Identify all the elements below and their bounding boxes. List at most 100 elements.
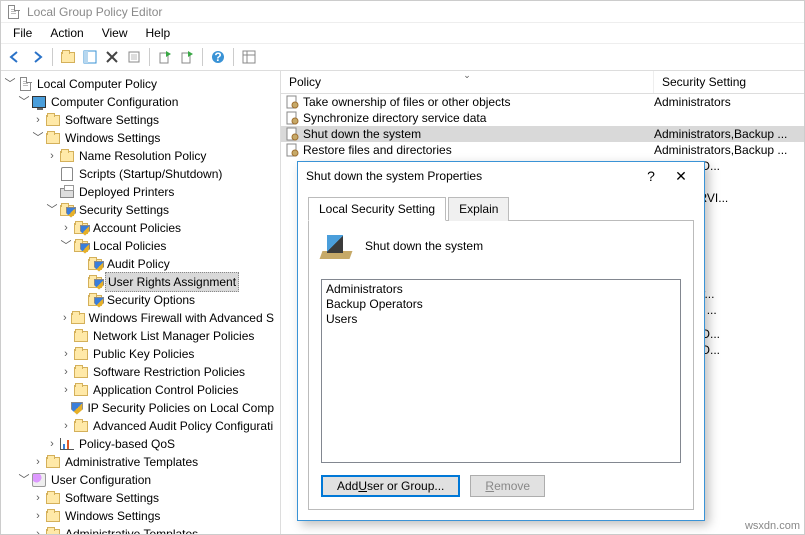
tree-label: Advanced Audit Policy Configurati [91,417,275,435]
properties-dialog: Shut down the system Properties ? ✕ Loca… [297,161,705,521]
list-view-button[interactable] [239,47,259,67]
tree-firewall[interactable]: › Windows Firewall with Advanced S [1,309,280,327]
tree-security-options[interactable]: Security Options [1,291,280,309]
folder-icon [45,508,61,524]
folder-icon [73,364,89,380]
policy-setting: Administrators,Backup ... [654,127,804,141]
shield-folder-icon [73,238,89,254]
tree-ipsec[interactable]: IP Security Policies on Local Comp [1,399,280,417]
expand-toggle[interactable]: › [59,219,73,237]
nav-back-button[interactable] [5,47,25,67]
menu-action[interactable]: Action [42,24,91,42]
tree-name-resolution[interactable]: › Name Resolution Policy [1,147,280,165]
tree-printers[interactable]: Deployed Printers [1,183,280,201]
menu-file[interactable]: File [5,24,40,42]
expand-toggle[interactable]: › [31,507,45,525]
policy-row[interactable]: Synchronize directory service data [281,110,804,126]
tree-uc-windows[interactable]: › Windows Settings [1,507,280,525]
folder-icon [71,310,85,326]
folder-icon [45,526,61,534]
tree-uc-software[interactable]: › Software Settings [1,489,280,507]
tab-explain[interactable]: Explain [448,197,509,221]
show-tree-button[interactable] [80,47,100,67]
expand-toggle[interactable]: › [59,363,73,381]
chart-icon [59,436,75,452]
policy-name: Take ownership of files or other objects [303,95,654,109]
tree-root[interactable]: ﹀ Local Computer Policy [1,75,280,93]
expand-toggle[interactable]: › [31,111,45,129]
tree-account-policies[interactable]: › Account Policies [1,219,280,237]
properties-button[interactable] [124,47,144,67]
expand-toggle[interactable]: ﹀ [3,75,17,93]
menu-view[interactable]: View [94,24,136,42]
tree-srp[interactable]: › Software Restriction Policies [1,363,280,381]
member-item[interactable]: Users [326,312,676,327]
up-level-button[interactable] [58,47,78,67]
tree-label: Application Control Policies [91,381,240,399]
members-listbox[interactable]: AdministratorsBackup OperatorsUsers [321,279,681,463]
tree-cc-admin[interactable]: › Administrative Templates [1,453,280,471]
filter-button[interactable] [177,47,197,67]
tree-audit-policy[interactable]: Audit Policy [1,255,280,273]
export-button[interactable] [155,47,175,67]
expand-toggle[interactable]: › [59,417,73,435]
tree-acp[interactable]: › Application Control Policies [1,381,280,399]
tree-qos[interactable]: › Policy-based QoS [1,435,280,453]
folder-icon [45,130,61,146]
expand-toggle[interactable]: ﹀ [31,129,45,147]
shield-folder-icon [87,292,103,308]
dialog-close-button[interactable]: ✕ [666,168,696,185]
sort-indicator-icon: ⌄ [463,70,471,81]
tree-uc-admin[interactable]: › Administrative Templates [1,525,280,534]
folder-icon [73,346,89,362]
expand-toggle[interactable]: ﹀ [45,201,59,219]
tree-user-rights-assignment[interactable]: User Rights Assignment [1,273,280,291]
member-item[interactable]: Backup Operators [326,297,676,312]
member-item[interactable]: Administrators [326,282,676,297]
tree-scripts[interactable]: Scripts (Startup/Shutdown) [1,165,280,183]
expand-toggle[interactable]: › [31,525,45,534]
expand-toggle[interactable]: › [45,435,59,453]
expand-toggle[interactable]: › [59,309,71,327]
tree-aapc[interactable]: › Advanced Audit Policy Configurati [1,417,280,435]
policy-icon [285,127,299,141]
policy-row[interactable]: Take ownership of files or other objects… [281,94,804,110]
column-security-setting[interactable]: Security Setting [654,71,804,93]
tree-computer-config[interactable]: ﹀ Computer Configuration [1,93,280,111]
tab-local-security[interactable]: Local Security Setting [308,197,446,221]
nav-forward-button[interactable] [27,47,47,67]
expand-toggle[interactable]: › [59,381,73,399]
tree-pkp[interactable]: › Public Key Policies [1,345,280,363]
dialog-title: Shut down the system Properties [306,169,482,183]
tree-pane[interactable]: ﹀ Local Computer Policy ﹀ Computer Confi… [1,71,281,534]
tree-cc-software[interactable]: › Software Settings [1,111,280,129]
dialog-help-button[interactable]: ? [636,168,666,184]
help-button[interactable]: ? [208,47,228,67]
tree-user-config[interactable]: ﹀ User Configuration [1,471,280,489]
expand-toggle[interactable]: › [45,147,59,165]
delete-button[interactable] [102,47,122,67]
tree-security-settings[interactable]: ﹀ Security Settings [1,201,280,219]
svg-text:?: ? [214,50,221,64]
tree-cc-windows[interactable]: ﹀ Windows Settings [1,129,280,147]
window-title: Local Group Policy Editor [27,5,162,19]
add-user-group-button[interactable]: Add User or Group... [321,475,460,497]
folder-icon [45,112,61,128]
tree-local-policies[interactable]: ﹀ Local Policies [1,237,280,255]
policy-icon [17,76,33,92]
tree-label: Software Settings [63,111,161,129]
expand-toggle[interactable]: › [31,489,45,507]
expand-toggle[interactable]: ﹀ [17,471,31,489]
tree-nlmp[interactable]: Network List Manager Policies [1,327,280,345]
policy-row[interactable]: Restore files and directoriesAdministrat… [281,142,804,158]
expand-toggle[interactable]: › [31,453,45,471]
expand-toggle[interactable]: ﹀ [59,237,73,255]
expand-toggle[interactable]: › [59,345,73,363]
expand-toggle[interactable]: ﹀ [17,93,31,111]
remove-button[interactable]: Remove [470,475,545,497]
tree-label: Network List Manager Policies [91,327,256,345]
column-policy[interactable]: Policy ⌄ [281,71,654,93]
dialog-titlebar[interactable]: Shut down the system Properties ? ✕ [298,162,704,190]
menu-help[interactable]: Help [138,24,179,42]
policy-row[interactable]: Shut down the systemAdministrators,Backu… [281,126,804,142]
